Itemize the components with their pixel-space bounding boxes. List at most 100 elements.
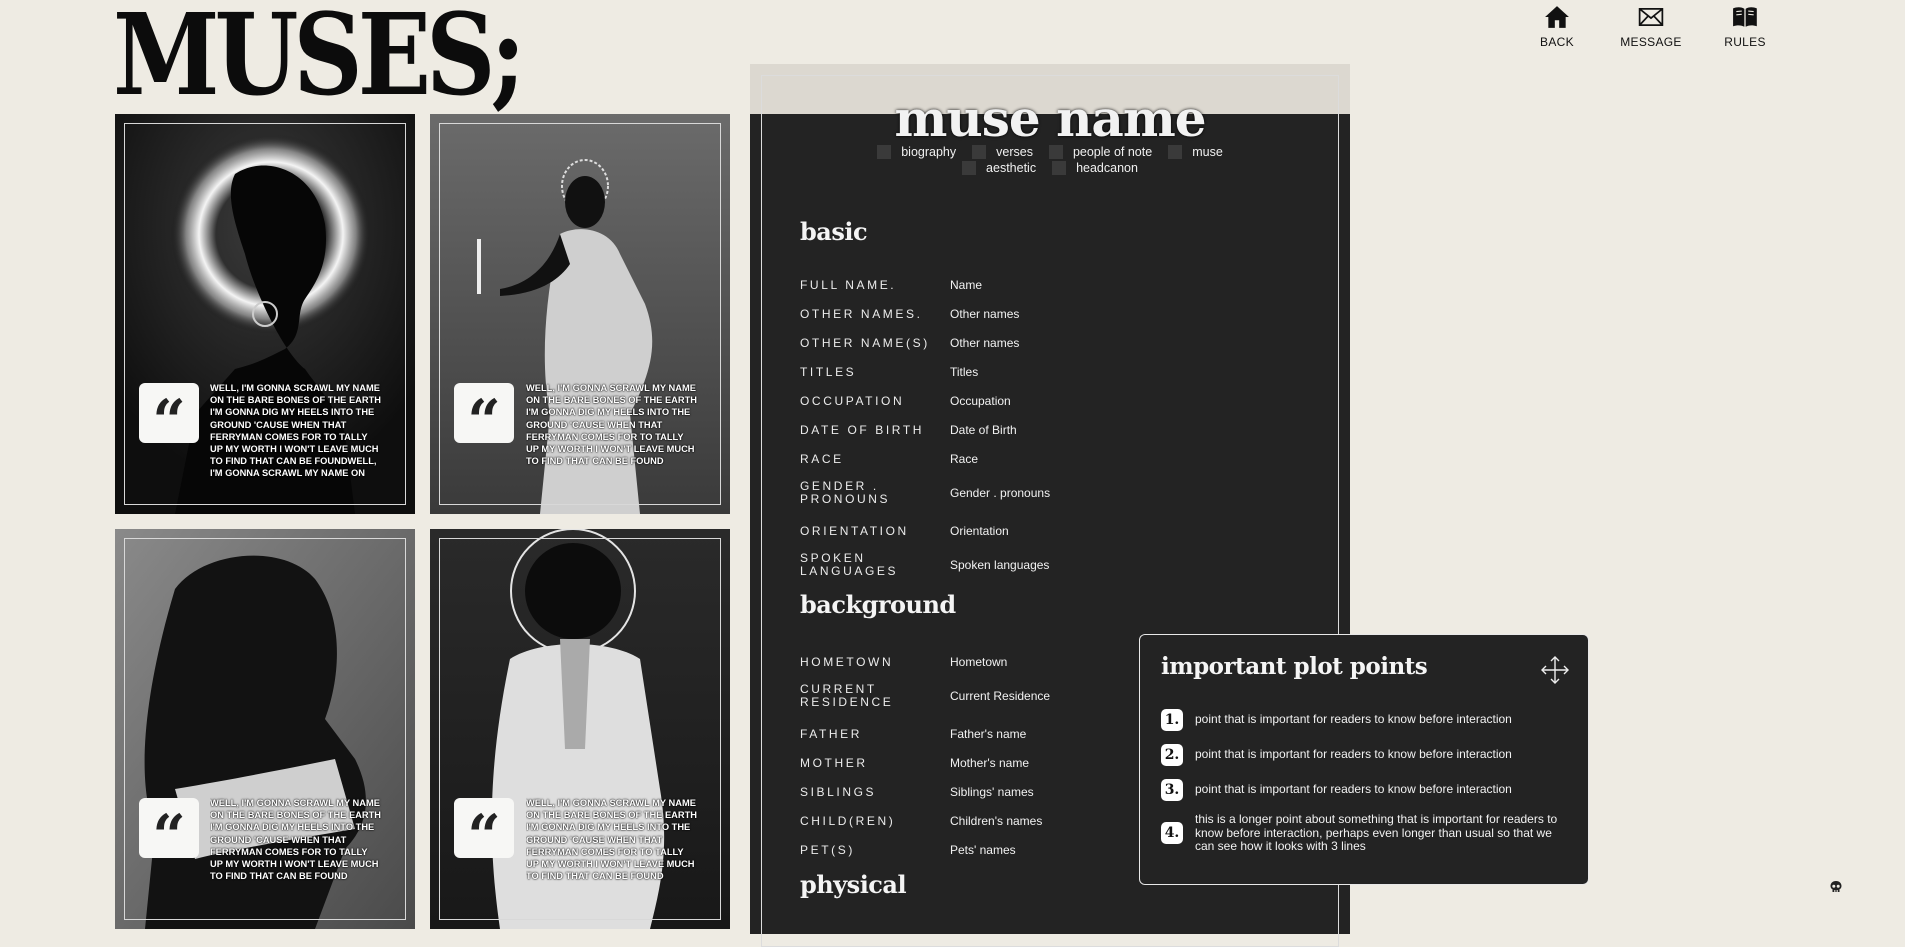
plot-point-text: point that is important for readers to k… — [1195, 747, 1512, 762]
tab-aesthetic[interactable]: aesthetic — [962, 160, 1036, 176]
field-row: TITLES Titles — [800, 361, 1300, 383]
tab-people-of-note[interactable]: people of note — [1048, 144, 1153, 160]
quote-icon: “ — [454, 798, 514, 865]
field-label: OCCUPATION — [800, 393, 905, 408]
quote-text: WELL, I'M GONNA SCRAWL MY NAME ON THE BA… — [210, 798, 381, 882]
nav-back-link[interactable]: BACK — [1510, 4, 1604, 49]
field-row: OTHER NAME(S) Other names — [800, 332, 1300, 354]
field-value: Gender . pronouns — [950, 486, 1051, 500]
gallery-card: “ WELL, I'M GONNA SCRAWL MY NAME ON THE … — [115, 529, 415, 929]
plot-point-number: 2. — [1161, 744, 1183, 766]
tab-label: biography — [901, 145, 957, 159]
tab-label: headcanon — [1076, 161, 1138, 175]
gallery-card: “ WELL, I'M GONNA SCRAWL MY NAME ON THE … — [430, 114, 730, 514]
nav-rules-link[interactable]: RULES — [1698, 4, 1792, 49]
plot-point-text: point that is important for readers to k… — [1195, 782, 1512, 797]
field-value: Children's names — [950, 814, 1043, 828]
field-row: SPOKEN LANGUAGES Spoken languages — [800, 548, 1300, 582]
field-row: OTHER NAMES. Other names — [800, 303, 1300, 325]
quote-icon: “ — [139, 798, 199, 865]
tab-checkbox[interactable] — [1052, 161, 1067, 175]
tab-verses[interactable]: verses — [972, 144, 1033, 160]
field-row: GENDER . PRONOUNS Gender . pronouns — [800, 476, 1300, 510]
nav-message-link[interactable]: MESSAGE — [1604, 4, 1698, 49]
gallery-card: “ WELL, I'M GONNA SCRAWL MY NAME ON THE … — [430, 529, 730, 929]
field-value: Other names — [950, 307, 1020, 321]
plot-point-item: 4. this is a longer point about something… — [1161, 812, 1571, 854]
field-value: Spoken languages — [950, 558, 1050, 572]
field-label: ORIENTATION — [800, 523, 909, 538]
book-icon — [1733, 7, 1757, 27]
gallery-card: “ WELL, I'M GONNA SCRAWL MY NAME ON THE … — [115, 114, 415, 514]
quote-icon: “ — [139, 383, 199, 450]
field-value: Pets' names — [950, 843, 1016, 857]
nav-rules-label: RULES — [1724, 35, 1766, 49]
quote-text: WELL, I'M GONNA SCRAWL MY NAME ON THE BA… — [526, 798, 697, 882]
field-row: RACE Race — [800, 448, 1300, 470]
plot-point-item: 2. point that is important for readers to… — [1161, 744, 1571, 766]
quote-icon: “ — [454, 383, 514, 450]
field-label: HOMETOWN — [800, 654, 894, 669]
tab-label: aesthetic — [986, 161, 1037, 175]
plot-point-text: point that is important for readers to k… — [1195, 712, 1512, 727]
plot-points-title: important plot points — [1161, 653, 1428, 680]
nav-message-label: MESSAGE — [1620, 35, 1682, 49]
field-label: GENDER . PRONOUNS — [800, 479, 891, 506]
section-heading-basic: basic — [800, 217, 868, 246]
field-label: OTHER NAMES. — [800, 306, 923, 321]
profile-tabs: biography verses people of note muse aes… — [840, 144, 1260, 176]
field-label: FATHER — [800, 726, 863, 741]
field-value: Current Residence — [950, 689, 1051, 703]
plot-point-item: 1. point that is important for readers to… — [1161, 709, 1571, 731]
field-label: SPOKEN LANGUAGES — [800, 551, 899, 578]
quote-text: WELL, I'M GONNA SCRAWL MY NAME ON THE BA… — [526, 383, 697, 467]
nav-back-label: BACK — [1540, 35, 1574, 49]
field-value: Father's name — [950, 727, 1027, 741]
plot-point-text: this is a longer point about something t… — [1195, 812, 1558, 853]
tab-label: verses — [996, 145, 1033, 159]
field-row: ORIENTATION Orientation — [800, 520, 1300, 542]
tab-headcanon[interactable]: headcanon — [1052, 160, 1138, 176]
tab-muse[interactable]: muse — [1168, 144, 1223, 160]
quote-text: WELL, I'M GONNA SCRAWL MY NAME ON THE BA… — [210, 383, 381, 479]
field-value: Name — [950, 278, 983, 292]
field-label: DATE OF BIRTH — [800, 422, 925, 437]
field-value: Other names — [950, 336, 1020, 350]
field-row: FULL NAME. Name — [800, 274, 1300, 296]
field-value: Date of Birth — [950, 423, 1017, 437]
plot-points-panel: important plot points 1. point that is im… — [1139, 634, 1589, 885]
field-label: CURRENT RESIDENCE — [800, 682, 894, 709]
plot-point-item: 3. point that is important for readers to… — [1161, 779, 1571, 801]
envelope-icon — [1638, 8, 1664, 26]
top-nav: BACK MESSAGE RULES — [1535, 4, 1792, 49]
tab-biography[interactable]: biography — [877, 144, 956, 160]
field-value: Mother's name — [950, 756, 1029, 770]
field-value: Siblings' names — [950, 785, 1034, 799]
field-label: RACE — [800, 451, 844, 466]
field-value: Titles — [950, 365, 979, 379]
home-icon — [1545, 6, 1569, 28]
field-label: FULL NAME. — [800, 277, 897, 292]
field-label: TITLES — [800, 364, 857, 379]
move-arrows-icon[interactable] — [1540, 655, 1570, 685]
tab-checkbox[interactable] — [962, 161, 977, 175]
field-value: Occupation — [950, 394, 1011, 408]
tab-label: people of note — [1072, 145, 1153, 159]
section-heading-physical: physical — [800, 870, 907, 899]
plot-point-number: 4. — [1161, 822, 1183, 845]
site-title: MUSES; — [113, 0, 526, 121]
tab-checkbox[interactable] — [972, 145, 987, 159]
skull-icon[interactable] — [1829, 880, 1843, 894]
section-heading-background: background — [800, 590, 956, 619]
field-value: Hometown — [950, 655, 1008, 669]
field-value: Race — [950, 452, 979, 466]
field-row: OCCUPATION Occupation — [800, 390, 1300, 412]
tab-checkbox[interactable] — [1048, 145, 1063, 159]
field-label: PET(S) — [800, 842, 855, 857]
tab-checkbox[interactable] — [877, 145, 892, 159]
field-label: SIBLINGS — [800, 784, 877, 799]
field-label: MOTHER — [800, 755, 868, 770]
field-label: CHILD(REN) — [800, 813, 896, 828]
tab-checkbox[interactable] — [1168, 145, 1183, 159]
field-row: DATE OF BIRTH Date of Birth — [800, 419, 1300, 441]
